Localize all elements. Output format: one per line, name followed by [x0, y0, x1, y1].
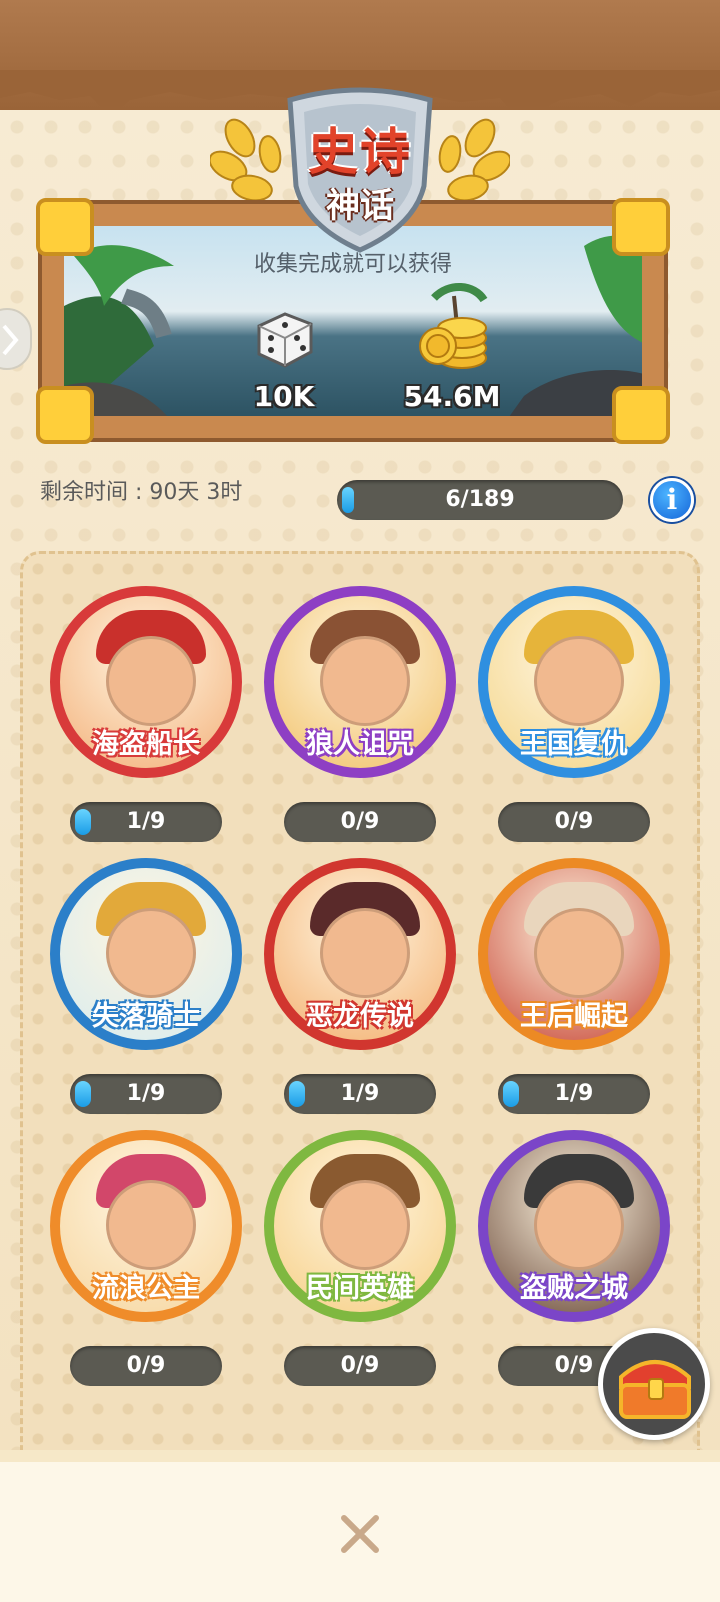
avatar-face — [534, 908, 624, 998]
collection-name: 失落骑士 — [92, 1001, 200, 1032]
dice-reward-label: 10K — [253, 380, 315, 413]
collection-progress-bar: 1/9 — [284, 1074, 436, 1114]
collection-progress-bar: 1/9 — [70, 1074, 222, 1114]
avatar-face — [320, 636, 410, 726]
collection-progress-bar: 1/9 — [498, 1074, 650, 1114]
collection-progress-text: 0/9 — [340, 1353, 380, 1378]
tier-subtitle: 神话 — [326, 186, 394, 226]
collection-progress-text: 0/9 — [126, 1353, 166, 1378]
coins-reward-label: 54.6M — [403, 380, 501, 413]
collection-name: 王后崛起 — [520, 1001, 628, 1032]
collection-progress-text: 1/9 — [126, 809, 166, 834]
collection-progress-bar: 0/9 — [70, 1346, 222, 1386]
time-remaining: 剩余时间 : 90天 3时 — [40, 480, 243, 505]
info-button[interactable]: i — [650, 478, 694, 522]
frame-corner — [36, 386, 94, 444]
chevron-left-icon — [2, 324, 19, 356]
avatar-face — [534, 636, 624, 726]
collection-progress-text: 1/9 — [126, 1081, 166, 1106]
collection-name: 海盗船长 — [92, 729, 200, 760]
close-icon — [341, 1515, 379, 1553]
collection-card[interactable]: 王后崛起 1/9 — [478, 858, 670, 1118]
collection-name: 盗贼之城 — [520, 1273, 628, 1304]
treasure-chest-icon — [619, 1360, 691, 1419]
avatar-face — [106, 908, 196, 998]
dice-icon — [257, 312, 313, 368]
collection-progress-text: 1/9 — [554, 1081, 594, 1106]
coins-reward: 54.6M — [392, 308, 512, 413]
collection-card[interactable]: 民间英雄 0/9 — [264, 1130, 456, 1390]
collection-name: 王国复仇 — [520, 729, 628, 760]
dice-reward: 10K — [224, 308, 344, 413]
info-icon: i — [666, 483, 678, 516]
close-button[interactable] — [336, 1510, 384, 1558]
collection-name: 狼人诅咒 — [306, 729, 414, 760]
avatar-face — [320, 908, 410, 998]
collection-card[interactable]: 海盗船长 1/9 — [50, 586, 242, 846]
treasure-chest-button[interactable] — [598, 1328, 710, 1440]
frame-corner — [612, 386, 670, 444]
collection-progress-bar: 0/9 — [284, 1346, 436, 1386]
avatar-face — [106, 636, 196, 726]
collection-progress-bar: 0/9 — [498, 802, 650, 842]
frame-corner — [36, 198, 94, 256]
collection-name: 民间英雄 — [306, 1273, 414, 1304]
collection-progress-text: 0/9 — [554, 809, 594, 834]
overall-progress-text: 6/189 — [445, 487, 515, 512]
frame-corner — [612, 198, 670, 256]
collection-progress-bar: 1/9 — [70, 802, 222, 842]
collection-card[interactable]: 失落骑士 1/9 — [50, 858, 242, 1118]
collection-progress-text: 1/9 — [340, 1081, 380, 1106]
avatar-face — [320, 1180, 410, 1270]
collection-card[interactable]: 王国复仇 0/9 — [478, 586, 670, 846]
overall-progress-bar: 6/189 — [337, 480, 623, 520]
tier-shield: 史诗 神话 — [274, 86, 446, 254]
collection-card[interactable]: 恶龙传说 1/9 — [264, 858, 456, 1118]
collection-card[interactable]: 流浪公主 0/9 — [50, 1130, 242, 1390]
collection-name: 流浪公主 — [92, 1273, 200, 1304]
collection-card[interactable]: 狼人诅咒 0/9 — [264, 586, 456, 846]
avatar-face — [106, 1180, 196, 1270]
tier-title: 史诗 — [308, 123, 412, 181]
coins-icon — [419, 317, 487, 369]
island-scene: 收集完成就可以获得 10K 54.6M — [64, 226, 642, 416]
collection-progress-bar: 0/9 — [284, 802, 436, 842]
collection-progress-text: 0/9 — [340, 809, 380, 834]
collection-name: 恶龙传说 — [306, 1001, 414, 1032]
avatar-face — [534, 1180, 624, 1270]
